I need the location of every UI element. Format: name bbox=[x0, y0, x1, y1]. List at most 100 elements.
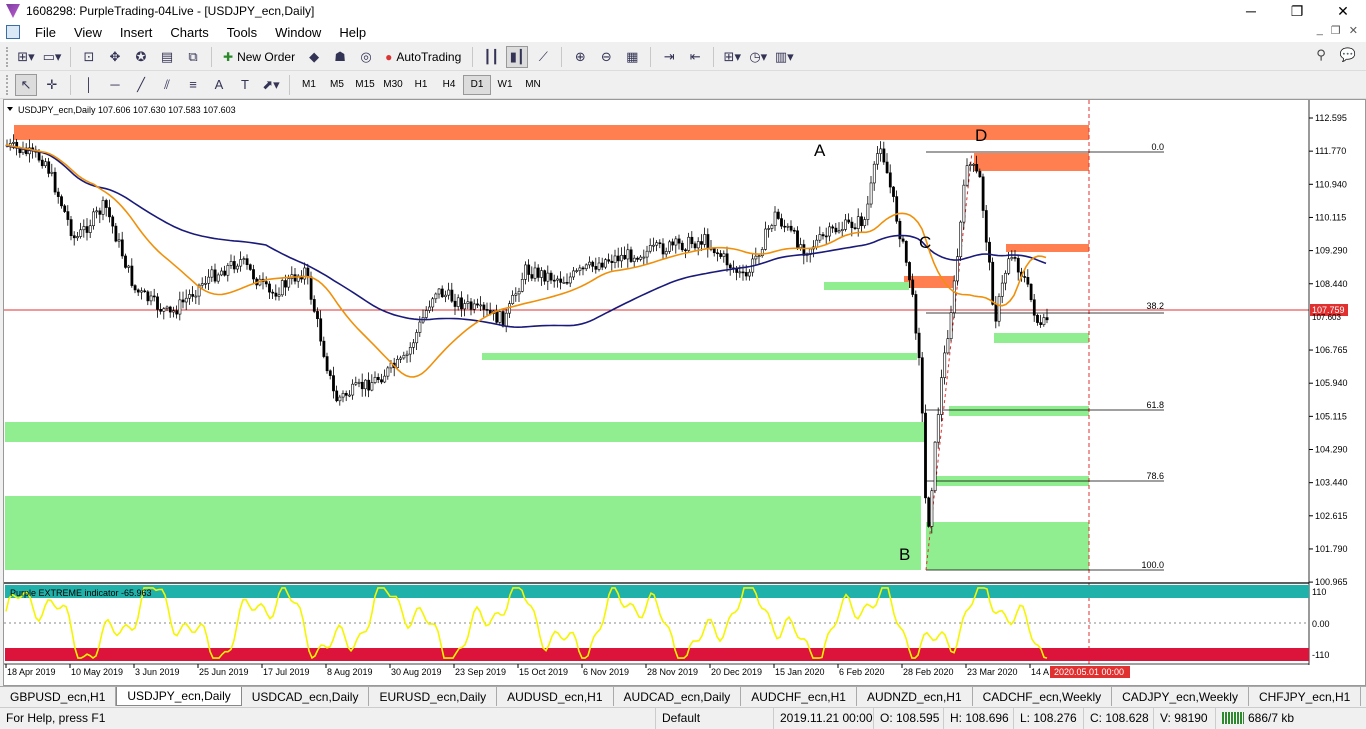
minimize-button[interactable]: ─ bbox=[1228, 0, 1274, 22]
indicators-icon[interactable]: ⊞▾ bbox=[721, 46, 743, 68]
crosshair-icon[interactable]: ✛ bbox=[41, 74, 63, 96]
text-label-icon[interactable]: T bbox=[234, 74, 256, 96]
candle-body bbox=[140, 290, 143, 293]
chart-tab[interactable]: AUDCAD_ecn,Daily bbox=[614, 687, 742, 706]
text-icon[interactable]: A bbox=[208, 74, 230, 96]
chart-menu-arrow-icon[interactable] bbox=[7, 107, 13, 111]
vertical-line-icon[interactable]: │ bbox=[78, 74, 100, 96]
fib-label: 61.8 bbox=[1146, 400, 1164, 410]
profile-name[interactable]: Default bbox=[655, 707, 773, 729]
bar-chart-icon[interactable]: ┃┃ bbox=[480, 46, 502, 68]
market-watch-icon[interactable]: ⊡ bbox=[78, 46, 100, 68]
chart-tab[interactable]: CADJPY_ecn,Weekly bbox=[1112, 687, 1249, 706]
chart-shift-icon[interactable]: ⇤ bbox=[684, 46, 706, 68]
chart-tab[interactable]: CHFJPY_ecn,H1 bbox=[1249, 687, 1362, 706]
candle-body bbox=[194, 295, 198, 298]
chart-tab[interactable]: AUDUSD_ecn,H1 bbox=[497, 687, 614, 706]
demand-zone bbox=[5, 422, 925, 442]
timeframe-h4[interactable]: H4 bbox=[435, 75, 463, 95]
zoom-out-icon[interactable]: ⊖ bbox=[595, 46, 617, 68]
timeframe-m5[interactable]: M5 bbox=[323, 75, 351, 95]
candle-body bbox=[341, 393, 345, 398]
periods-icon[interactable]: ◷▾ bbox=[747, 46, 769, 68]
chart-tab[interactable]: CADCHF_ecn,Weekly bbox=[973, 687, 1113, 706]
auto-scroll-icon[interactable]: ⇥ bbox=[658, 46, 680, 68]
candle-body bbox=[460, 297, 463, 310]
templates-icon[interactable]: ▥▾ bbox=[773, 46, 795, 68]
candlestick-icon[interactable]: ▮┃ bbox=[506, 45, 529, 68]
arrows-icon[interactable]: ⬈▾ bbox=[260, 74, 282, 96]
candle-body bbox=[517, 290, 521, 295]
timeframe-w1[interactable]: W1 bbox=[491, 75, 519, 95]
candle-body bbox=[965, 165, 969, 186]
demand-zone bbox=[824, 282, 909, 290]
chart-tab[interactable]: EUR bbox=[1361, 687, 1366, 706]
chart-tab[interactable]: AUDCHF_ecn,H1 bbox=[741, 687, 857, 706]
candle-body bbox=[242, 258, 246, 260]
candle-body bbox=[508, 303, 511, 314]
navigator-icon[interactable]: ✪ bbox=[130, 46, 152, 68]
close-button[interactable]: ✕ bbox=[1320, 0, 1366, 22]
profiles-icon[interactable]: ▭▾ bbox=[41, 46, 63, 68]
mdi-close-button[interactable]: ✕ bbox=[1349, 24, 1358, 37]
chart-tab[interactable]: GBPUSD_ecn,H1 bbox=[0, 687, 117, 706]
candle-body bbox=[930, 490, 934, 527]
menu-file[interactable]: File bbox=[26, 25, 65, 40]
chart-tab[interactable]: USDJPY_ecn,Daily bbox=[116, 687, 242, 706]
timeframe-m30[interactable]: M30 bbox=[379, 75, 407, 95]
timeframe-m15[interactable]: M15 bbox=[351, 75, 379, 95]
new-chart-icon[interactable]: ⊞▾ bbox=[15, 46, 37, 68]
connection-status[interactable]: 686/7 kb bbox=[1215, 707, 1300, 729]
zoom-in-icon[interactable]: ⊕ bbox=[569, 46, 591, 68]
fibonacci-icon[interactable]: ≡ bbox=[182, 74, 204, 96]
mdi-restore-button[interactable]: ❐ bbox=[1331, 24, 1341, 37]
menu-insert[interactable]: Insert bbox=[111, 25, 162, 40]
candle-body bbox=[933, 441, 937, 492]
chart-tab[interactable]: EURUSD_ecn,Daily bbox=[369, 687, 498, 706]
menu-tools[interactable]: Tools bbox=[218, 25, 266, 40]
candle-body bbox=[76, 236, 79, 239]
line-chart-icon[interactable]: ⟋ bbox=[532, 46, 554, 68]
search-icon[interactable]: ⚲ bbox=[1316, 47, 1326, 63]
chart-tab[interactable]: AUDNZD_ecn,H1 bbox=[857, 687, 973, 706]
strategy-tester-icon[interactable]: ⧉ bbox=[182, 46, 204, 68]
date-label: 17 Jul 2019 bbox=[263, 667, 310, 677]
candle-body bbox=[828, 226, 831, 237]
cursor-icon[interactable]: ↖ bbox=[15, 73, 37, 96]
new-order-button[interactable]: ✚ New Order bbox=[219, 46, 299, 68]
candle-body bbox=[274, 292, 278, 297]
menu-view[interactable]: View bbox=[65, 25, 111, 40]
autotrading-button[interactable]: ● AutoTrading bbox=[381, 46, 465, 68]
candle-body bbox=[120, 239, 124, 257]
candle-body bbox=[127, 265, 131, 268]
channel-icon[interactable]: ⫽ bbox=[156, 74, 178, 96]
metaeditor-icon[interactable]: ◆ bbox=[303, 46, 325, 68]
maximize-button[interactable]: ❐ bbox=[1274, 0, 1320, 22]
candle-body bbox=[280, 280, 284, 296]
tile-windows-icon[interactable]: ▦ bbox=[621, 46, 643, 68]
supply-zone bbox=[974, 153, 1089, 171]
menu-window[interactable]: Window bbox=[266, 25, 330, 40]
candle-body bbox=[674, 238, 678, 246]
trendline-icon[interactable]: ╱ bbox=[130, 74, 152, 96]
timeframe-mn[interactable]: MN bbox=[519, 75, 547, 95]
candle-body bbox=[844, 219, 847, 230]
chart-canvas[interactable]: 0.0 38.2 61.8 78.6 100.0 A B C D USDJPY_… bbox=[4, 100, 1365, 685]
chat-icon[interactable]: 💬 bbox=[1340, 47, 1356, 63]
chart-window[interactable]: 0.0 38.2 61.8 78.6 100.0 A B C D USDJPY_… bbox=[3, 99, 1366, 686]
menu-help[interactable]: Help bbox=[330, 25, 375, 40]
market-icon[interactable]: ◎ bbox=[355, 46, 377, 68]
timeframe-m1[interactable]: M1 bbox=[295, 75, 323, 95]
mdi-minimize-button[interactable]: _ bbox=[1317, 24, 1323, 37]
timeframe-d1[interactable]: D1 bbox=[463, 74, 491, 95]
terminal-icon[interactable]: ▤ bbox=[156, 46, 178, 68]
data-window-icon[interactable]: ✥ bbox=[104, 46, 126, 68]
menu-charts[interactable]: Charts bbox=[161, 25, 217, 40]
candle-body bbox=[578, 267, 582, 271]
candle-body bbox=[536, 267, 540, 278]
candle-body bbox=[997, 296, 1001, 322]
timeframe-h1[interactable]: H1 bbox=[407, 75, 435, 95]
horizontal-line-icon[interactable]: ─ bbox=[104, 74, 126, 96]
chart-tab[interactable]: USDCAD_ecn,Daily bbox=[242, 687, 370, 706]
signals-icon[interactable]: ☗ bbox=[329, 46, 351, 68]
